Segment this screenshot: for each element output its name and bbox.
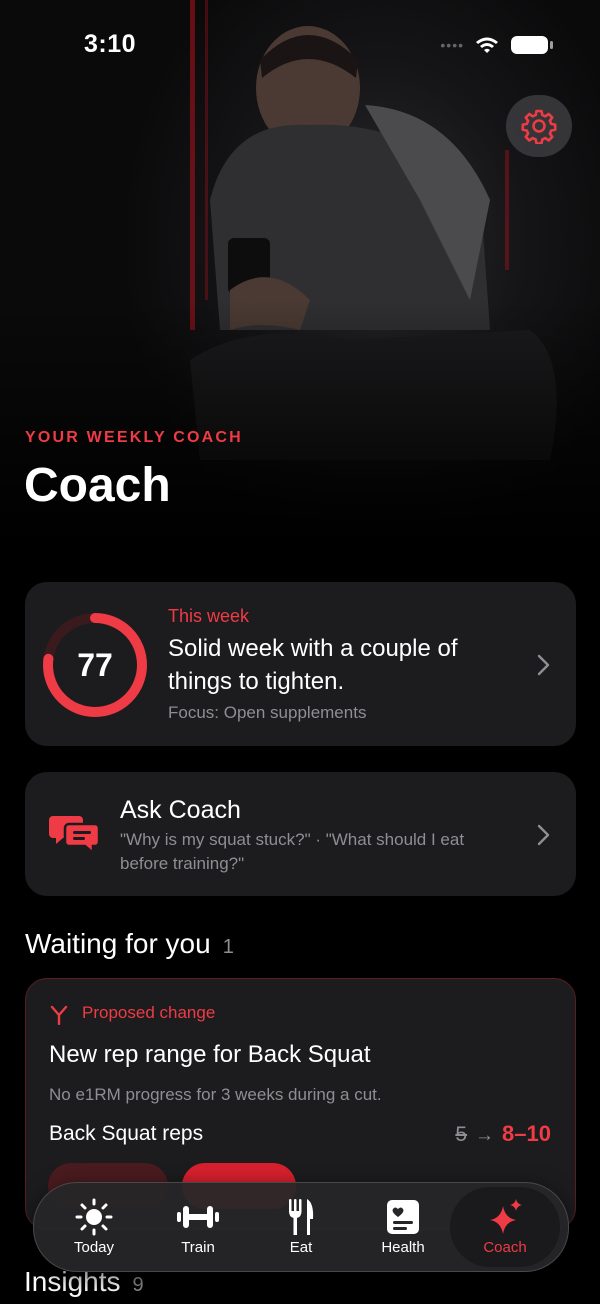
wifi-icon bbox=[476, 37, 498, 53]
waiting-count: 1 bbox=[222, 936, 234, 958]
proposal-reason: No e1RM progress for 3 weeks during a cu… bbox=[49, 1085, 382, 1104]
health-card-icon bbox=[387, 1199, 419, 1234]
arrow-icon: → bbox=[475, 1125, 495, 1146]
signal-dots-icon: •••• bbox=[440, 37, 464, 53]
weekly-summary-card[interactable]: 77 This week Solid week with a couple of… bbox=[25, 582, 576, 746]
week-label: This week bbox=[168, 606, 250, 626]
chevron-right-icon bbox=[537, 654, 550, 676]
settings-button[interactable] bbox=[506, 95, 572, 157]
tab-eat[interactable]: Eat bbox=[253, 1183, 349, 1271]
tab-label: Today bbox=[73, 1238, 115, 1256]
sparkles-icon bbox=[490, 1198, 522, 1234]
tab-label: Train bbox=[181, 1238, 215, 1256]
ask-coach-card[interactable]: Ask Coach "Why is my squat stuck?" · "Wh… bbox=[25, 772, 576, 896]
gear-icon bbox=[521, 109, 557, 144]
page-title: Coach bbox=[24, 459, 171, 512]
old-value: 5 bbox=[455, 1123, 468, 1146]
tab-label: Coach bbox=[483, 1238, 527, 1256]
tab-bar: Today Train Eat Health Coach bbox=[33, 1182, 569, 1272]
athlete-figure bbox=[190, 26, 557, 460]
waiting-section-header: Waiting for you 1 bbox=[25, 928, 234, 960]
proposal-title: New rep range for Back Squat bbox=[49, 1041, 371, 1068]
insights-count: 9 bbox=[132, 1274, 144, 1296]
proposal-tag: Proposed change bbox=[82, 1003, 216, 1022]
eyebrow-label: YOUR WEEKLY COACH bbox=[25, 429, 243, 446]
tab-train[interactable]: Train bbox=[150, 1183, 246, 1271]
tab-label: Health bbox=[381, 1238, 425, 1256]
ask-coach-examples: "Why is my squat stuck?" · "What should … bbox=[120, 830, 465, 873]
waiting-heading: Waiting for you bbox=[25, 928, 211, 959]
status-time: 3:10 bbox=[84, 30, 137, 58]
new-value: 8–10 bbox=[502, 1121, 551, 1146]
chevron-right-icon bbox=[537, 824, 550, 846]
focus-text: Focus: Open supplements bbox=[168, 703, 367, 722]
fork-knife-icon bbox=[289, 1198, 314, 1235]
tab-coach[interactable]: Coach bbox=[450, 1187, 560, 1267]
weekly-headline: Solid week with a couple of things to ti… bbox=[168, 635, 458, 695]
tab-health[interactable]: Health bbox=[355, 1183, 451, 1271]
branch-icon bbox=[50, 1005, 68, 1025]
sun-icon bbox=[75, 1198, 113, 1235]
proposal-metric-label: Back Squat reps bbox=[49, 1122, 204, 1145]
chat-bubbles-icon bbox=[49, 816, 101, 856]
tab-label: Eat bbox=[289, 1238, 313, 1256]
tab-today[interactable]: Today bbox=[46, 1183, 142, 1271]
dumbbell-icon bbox=[177, 1205, 219, 1228]
status-icons: •••• bbox=[440, 34, 554, 56]
ask-coach-title: Ask Coach bbox=[120, 796, 241, 824]
score-value: 77 bbox=[77, 646, 113, 683]
battery-icon bbox=[511, 36, 553, 54]
proposal-change-values: 5 → 8–10 bbox=[455, 1121, 551, 1147]
